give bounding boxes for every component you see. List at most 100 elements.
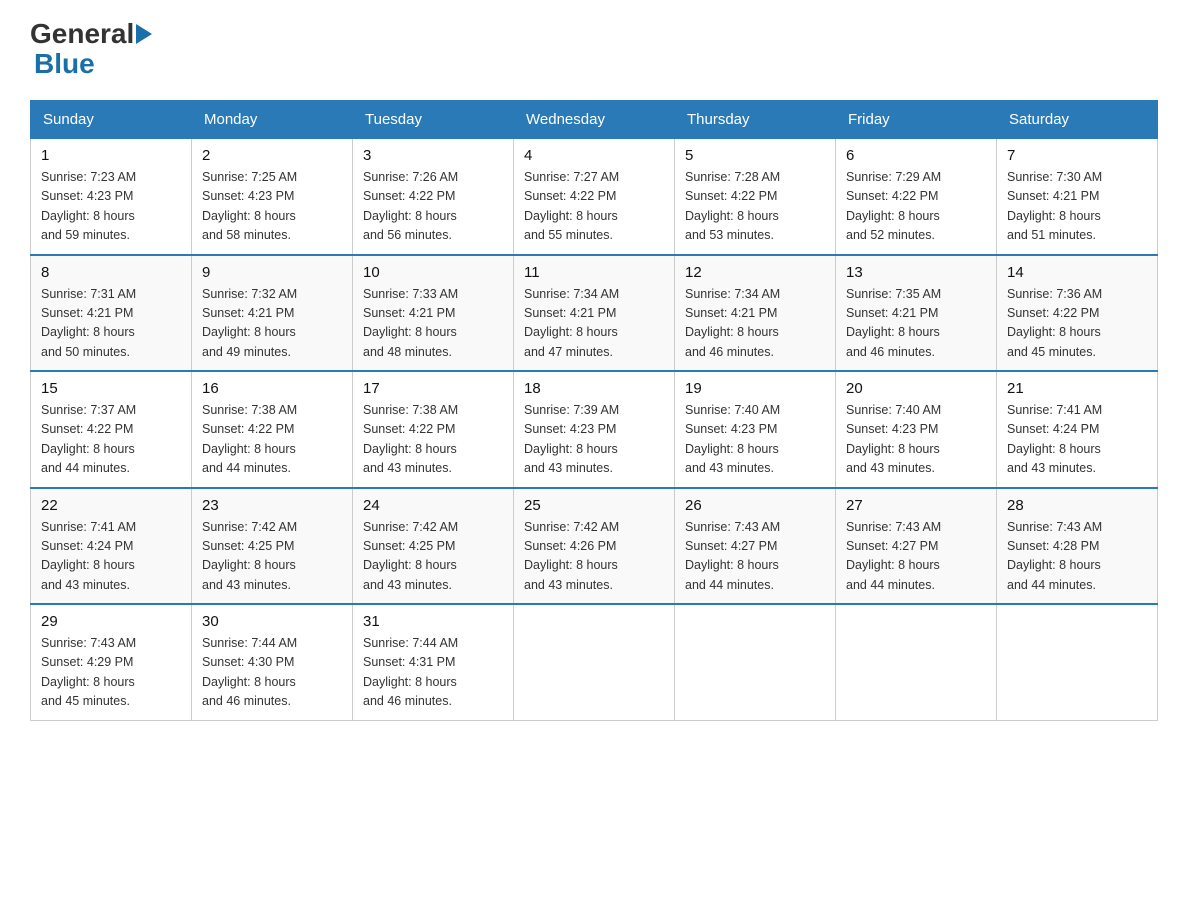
day-number: 26 <box>685 497 825 514</box>
day-info: Sunrise: 7:38 AMSunset: 4:22 PMDaylight:… <box>363 403 458 475</box>
calendar-day-cell: 9 Sunrise: 7:32 AMSunset: 4:21 PMDayligh… <box>192 255 353 372</box>
calendar-day-cell: 30 Sunrise: 7:44 AMSunset: 4:30 PMDaylig… <box>192 604 353 720</box>
day-number: 27 <box>846 497 986 514</box>
day-number: 13 <box>846 264 986 281</box>
calendar-day-cell: 8 Sunrise: 7:31 AMSunset: 4:21 PMDayligh… <box>31 255 192 372</box>
day-info: Sunrise: 7:25 AMSunset: 4:23 PMDaylight:… <box>202 170 297 242</box>
calendar-day-cell: 3 Sunrise: 7:26 AMSunset: 4:22 PMDayligh… <box>353 139 514 255</box>
day-info: Sunrise: 7:43 AMSunset: 4:27 PMDaylight:… <box>846 520 941 592</box>
day-number: 19 <box>685 380 825 397</box>
day-info: Sunrise: 7:43 AMSunset: 4:27 PMDaylight:… <box>685 520 780 592</box>
day-info: Sunrise: 7:43 AMSunset: 4:28 PMDaylight:… <box>1007 520 1102 592</box>
day-number: 2 <box>202 147 342 164</box>
day-info: Sunrise: 7:35 AMSunset: 4:21 PMDaylight:… <box>846 287 941 359</box>
weekday-header-monday: Monday <box>192 101 353 139</box>
day-info: Sunrise: 7:31 AMSunset: 4:21 PMDaylight:… <box>41 287 136 359</box>
weekday-header-sunday: Sunday <box>31 101 192 139</box>
day-number: 6 <box>846 147 986 164</box>
day-info: Sunrise: 7:27 AMSunset: 4:22 PMDaylight:… <box>524 170 619 242</box>
calendar-day-cell: 4 Sunrise: 7:27 AMSunset: 4:22 PMDayligh… <box>514 139 675 255</box>
calendar-day-cell: 23 Sunrise: 7:42 AMSunset: 4:25 PMDaylig… <box>192 488 353 605</box>
calendar-day-cell: 17 Sunrise: 7:38 AMSunset: 4:22 PMDaylig… <box>353 371 514 488</box>
calendar-day-cell: 28 Sunrise: 7:43 AMSunset: 4:28 PMDaylig… <box>997 488 1158 605</box>
calendar-day-cell <box>997 604 1158 720</box>
day-info: Sunrise: 7:34 AMSunset: 4:21 PMDaylight:… <box>524 287 619 359</box>
weekday-header-wednesday: Wednesday <box>514 101 675 139</box>
day-info: Sunrise: 7:43 AMSunset: 4:29 PMDaylight:… <box>41 636 136 708</box>
day-number: 11 <box>524 264 664 281</box>
logo-blue-text: Blue <box>34 48 95 80</box>
day-info: Sunrise: 7:44 AMSunset: 4:31 PMDaylight:… <box>363 636 458 708</box>
day-number: 12 <box>685 264 825 281</box>
day-info: Sunrise: 7:30 AMSunset: 4:21 PMDaylight:… <box>1007 170 1102 242</box>
day-number: 5 <box>685 147 825 164</box>
calendar-day-cell: 26 Sunrise: 7:43 AMSunset: 4:27 PMDaylig… <box>675 488 836 605</box>
calendar-week-row: 29 Sunrise: 7:43 AMSunset: 4:29 PMDaylig… <box>31 604 1158 720</box>
day-number: 21 <box>1007 380 1147 397</box>
calendar-day-cell <box>514 604 675 720</box>
day-number: 28 <box>1007 497 1147 514</box>
day-number: 23 <box>202 497 342 514</box>
calendar-day-cell: 2 Sunrise: 7:25 AMSunset: 4:23 PMDayligh… <box>192 139 353 255</box>
logo: General Blue <box>30 20 154 80</box>
day-info: Sunrise: 7:40 AMSunset: 4:23 PMDaylight:… <box>685 403 780 475</box>
calendar-table: SundayMondayTuesdayWednesdayThursdayFrid… <box>30 100 1158 721</box>
calendar-week-row: 8 Sunrise: 7:31 AMSunset: 4:21 PMDayligh… <box>31 255 1158 372</box>
calendar-day-cell: 29 Sunrise: 7:43 AMSunset: 4:29 PMDaylig… <box>31 604 192 720</box>
day-info: Sunrise: 7:37 AMSunset: 4:22 PMDaylight:… <box>41 403 136 475</box>
day-info: Sunrise: 7:44 AMSunset: 4:30 PMDaylight:… <box>202 636 297 708</box>
day-info: Sunrise: 7:39 AMSunset: 4:23 PMDaylight:… <box>524 403 619 475</box>
day-number: 18 <box>524 380 664 397</box>
weekday-header-row: SundayMondayTuesdayWednesdayThursdayFrid… <box>31 101 1158 139</box>
calendar-day-cell: 20 Sunrise: 7:40 AMSunset: 4:23 PMDaylig… <box>836 371 997 488</box>
day-info: Sunrise: 7:40 AMSunset: 4:23 PMDaylight:… <box>846 403 941 475</box>
logo-general-text: General <box>30 20 134 48</box>
calendar-day-cell: 22 Sunrise: 7:41 AMSunset: 4:24 PMDaylig… <box>31 488 192 605</box>
day-info: Sunrise: 7:42 AMSunset: 4:26 PMDaylight:… <box>524 520 619 592</box>
day-number: 30 <box>202 613 342 630</box>
day-number: 29 <box>41 613 181 630</box>
calendar-day-cell: 25 Sunrise: 7:42 AMSunset: 4:26 PMDaylig… <box>514 488 675 605</box>
day-info: Sunrise: 7:34 AMSunset: 4:21 PMDaylight:… <box>685 287 780 359</box>
day-number: 8 <box>41 264 181 281</box>
calendar-day-cell: 27 Sunrise: 7:43 AMSunset: 4:27 PMDaylig… <box>836 488 997 605</box>
day-number: 9 <box>202 264 342 281</box>
calendar-day-cell: 16 Sunrise: 7:38 AMSunset: 4:22 PMDaylig… <box>192 371 353 488</box>
calendar-day-cell: 13 Sunrise: 7:35 AMSunset: 4:21 PMDaylig… <box>836 255 997 372</box>
calendar-day-cell: 7 Sunrise: 7:30 AMSunset: 4:21 PMDayligh… <box>997 139 1158 255</box>
day-number: 31 <box>363 613 503 630</box>
calendar-day-cell: 24 Sunrise: 7:42 AMSunset: 4:25 PMDaylig… <box>353 488 514 605</box>
day-number: 17 <box>363 380 503 397</box>
calendar-day-cell: 11 Sunrise: 7:34 AMSunset: 4:21 PMDaylig… <box>514 255 675 372</box>
calendar-day-cell <box>675 604 836 720</box>
calendar-week-row: 1 Sunrise: 7:23 AMSunset: 4:23 PMDayligh… <box>31 139 1158 255</box>
day-number: 22 <box>41 497 181 514</box>
day-info: Sunrise: 7:32 AMSunset: 4:21 PMDaylight:… <box>202 287 297 359</box>
calendar-day-cell <box>836 604 997 720</box>
calendar-day-cell: 18 Sunrise: 7:39 AMSunset: 4:23 PMDaylig… <box>514 371 675 488</box>
day-info: Sunrise: 7:28 AMSunset: 4:22 PMDaylight:… <box>685 170 780 242</box>
calendar-week-row: 22 Sunrise: 7:41 AMSunset: 4:24 PMDaylig… <box>31 488 1158 605</box>
calendar-day-cell: 12 Sunrise: 7:34 AMSunset: 4:21 PMDaylig… <box>675 255 836 372</box>
day-number: 15 <box>41 380 181 397</box>
weekday-header-thursday: Thursday <box>675 101 836 139</box>
logo-arrow-icon <box>136 24 152 44</box>
day-info: Sunrise: 7:42 AMSunset: 4:25 PMDaylight:… <box>202 520 297 592</box>
day-info: Sunrise: 7:42 AMSunset: 4:25 PMDaylight:… <box>363 520 458 592</box>
weekday-header-tuesday: Tuesday <box>353 101 514 139</box>
calendar-day-cell: 15 Sunrise: 7:37 AMSunset: 4:22 PMDaylig… <box>31 371 192 488</box>
calendar-day-cell: 5 Sunrise: 7:28 AMSunset: 4:22 PMDayligh… <box>675 139 836 255</box>
day-number: 10 <box>363 264 503 281</box>
calendar-day-cell: 31 Sunrise: 7:44 AMSunset: 4:31 PMDaylig… <box>353 604 514 720</box>
day-info: Sunrise: 7:36 AMSunset: 4:22 PMDaylight:… <box>1007 287 1102 359</box>
day-number: 7 <box>1007 147 1147 164</box>
day-number: 20 <box>846 380 986 397</box>
calendar-day-cell: 1 Sunrise: 7:23 AMSunset: 4:23 PMDayligh… <box>31 139 192 255</box>
calendar-week-row: 15 Sunrise: 7:37 AMSunset: 4:22 PMDaylig… <box>31 371 1158 488</box>
calendar-day-cell: 6 Sunrise: 7:29 AMSunset: 4:22 PMDayligh… <box>836 139 997 255</box>
weekday-header-friday: Friday <box>836 101 997 139</box>
calendar-day-cell: 21 Sunrise: 7:41 AMSunset: 4:24 PMDaylig… <box>997 371 1158 488</box>
day-number: 3 <box>363 147 503 164</box>
day-info: Sunrise: 7:33 AMSunset: 4:21 PMDaylight:… <box>363 287 458 359</box>
calendar-day-cell: 10 Sunrise: 7:33 AMSunset: 4:21 PMDaylig… <box>353 255 514 372</box>
